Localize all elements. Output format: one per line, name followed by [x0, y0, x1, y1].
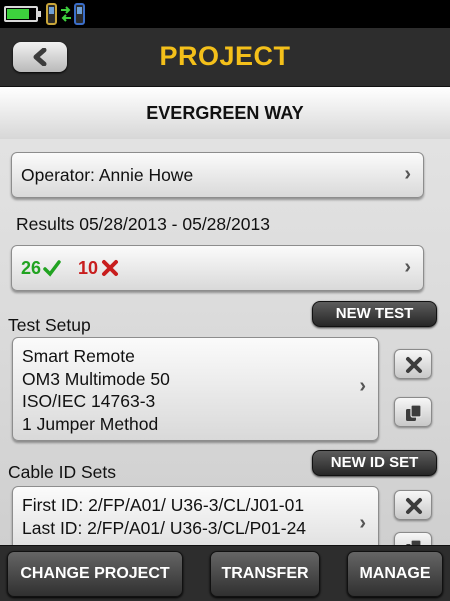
chevron-right-icon: ›: [404, 163, 411, 185]
new-test-button[interactable]: NEW TEST: [312, 301, 437, 327]
copy-test-setup-button[interactable]: [394, 397, 432, 427]
copy-icon: [406, 404, 422, 421]
last-id-text: Last ID: 2/FP/A01/ U36-3/CL/P01-24: [22, 517, 307, 538]
status-bar: [0, 0, 450, 28]
app-header: PROJECT: [0, 28, 450, 87]
check-icon: [43, 260, 61, 277]
battery-nub: [38, 11, 41, 17]
fail-count: 10: [78, 258, 99, 278]
new-id-set-button[interactable]: NEW ID SET: [312, 450, 437, 476]
delete-test-setup-button[interactable]: [394, 349, 432, 379]
manage-button[interactable]: MANAGE: [347, 551, 443, 597]
link-arrows-icon: [61, 6, 71, 22]
setup-line: 1 Jumper Method: [22, 413, 159, 434]
operator-text: Operator: Annie Howe: [21, 165, 194, 185]
project-name-bar: EVERGREEN WAY: [0, 87, 450, 141]
project-name: EVERGREEN WAY: [146, 103, 304, 123]
battery-level-fill: [7, 9, 29, 19]
main-unit-icon: [46, 3, 57, 25]
close-icon: [406, 357, 422, 373]
delete-cable-id-set-button[interactable]: [394, 490, 432, 520]
x-icon: [102, 260, 118, 276]
copy-cable-id-set-button[interactable]: [394, 532, 432, 545]
chevron-right-icon: ›: [404, 256, 411, 278]
close-icon: [406, 498, 422, 514]
chevron-right-icon: ›: [359, 375, 366, 397]
pass-count: 26: [21, 258, 42, 278]
first-id-text: First ID: 2/FP/A01/ U36-3/CL/J01-01: [22, 495, 305, 515]
test-setup-card[interactable]: Smart Remote OM3 Multimode 50 ISO/IEC 14…: [12, 337, 379, 441]
setup-line: ISO/IEC 14763-3: [22, 391, 156, 411]
results-row[interactable]: 26 10 ›: [11, 245, 424, 291]
cable-id-set-card[interactable]: First ID: 2/FP/A01/ U36-3/CL/J01-01 Last…: [12, 486, 379, 545]
test-setup-details: Smart Remote OM3 Multimode 50 ISO/IEC 14…: [22, 345, 170, 435]
cable-id-details: First ID: 2/FP/A01/ U36-3/CL/J01-01 Last…: [22, 494, 306, 539]
operator-row[interactable]: Operator: Annie Howe ›: [11, 152, 424, 198]
chevron-right-icon: ›: [359, 512, 366, 534]
battery-icon: [4, 6, 41, 22]
cable-id-sets-label: Cable ID Sets: [8, 462, 116, 482]
main-content: Operator: Annie Howe › Results 05/28/201…: [0, 139, 450, 545]
test-setup-label: Test Setup: [8, 315, 91, 335]
setup-line: OM3 Multimode 50: [22, 368, 170, 389]
results-label: Results 05/28/2013 - 05/28/2013: [16, 214, 270, 234]
setup-line: Smart Remote: [22, 346, 135, 366]
change-project-button[interactable]: CHANGE PROJECT: [7, 551, 183, 597]
page-title: PROJECT: [159, 41, 291, 71]
remote-unit-icon: [74, 3, 85, 25]
transfer-button[interactable]: TRANSFER: [210, 551, 320, 597]
bottom-action-bar: CHANGE PROJECT TRANSFER MANAGE: [0, 545, 450, 601]
